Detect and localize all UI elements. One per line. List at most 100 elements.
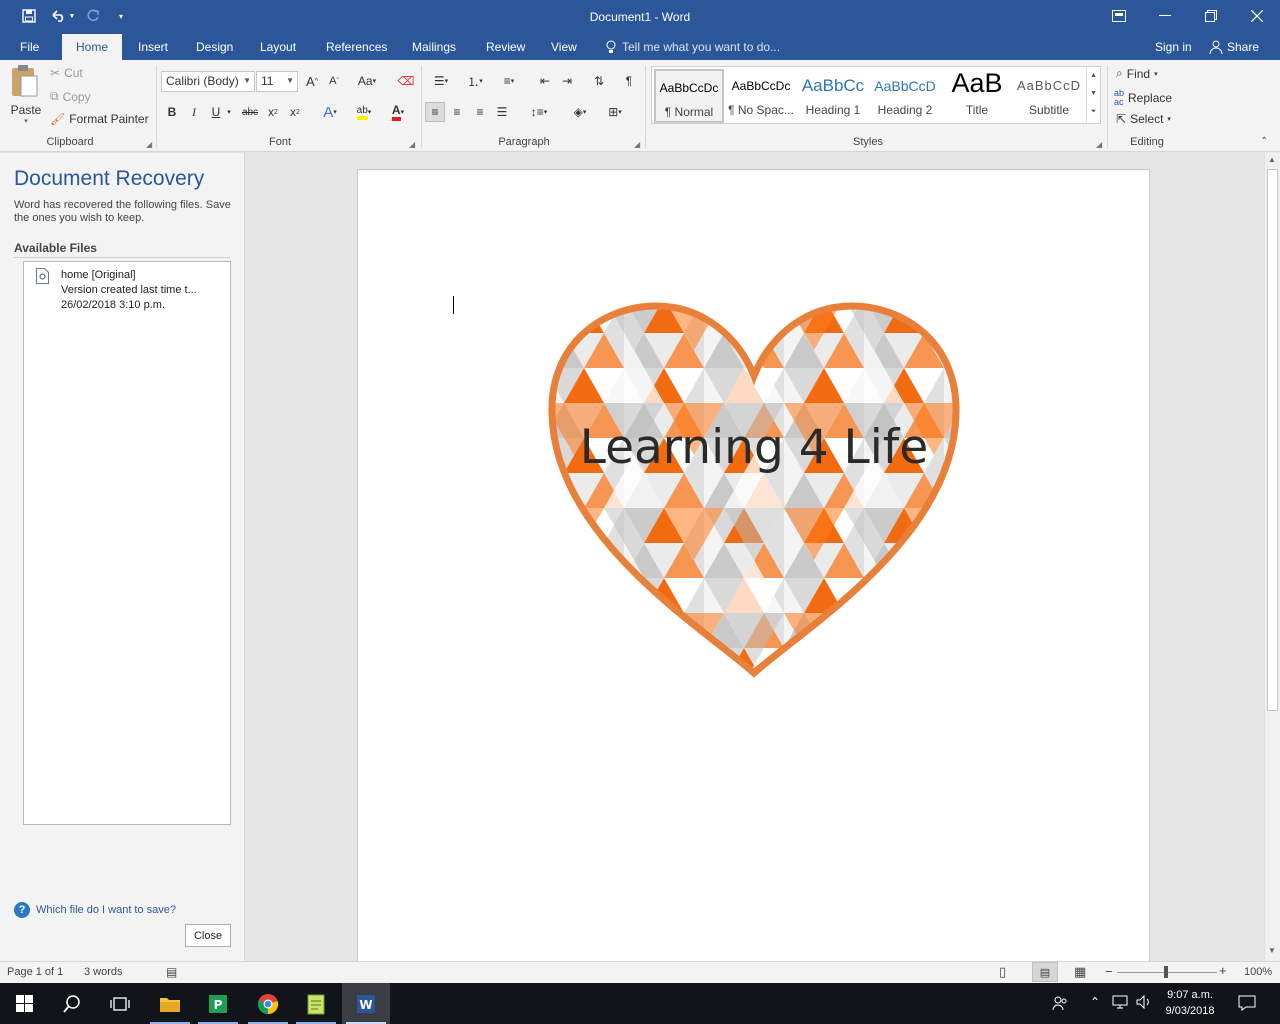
underline-dropdown-icon[interactable]: ▾ (224, 102, 234, 122)
network-icon[interactable] (1112, 994, 1130, 1013)
restore-icon[interactable] (1188, 0, 1234, 32)
strikethrough-icon[interactable]: abc (240, 102, 260, 122)
proofing-icon[interactable]: ▤ (166, 965, 177, 979)
word-app-icon[interactable]: W (342, 983, 390, 1024)
tab-layout[interactable]: Layout (258, 34, 298, 60)
page-count[interactable]: Page 1 of 1 (7, 966, 63, 978)
style-title[interactable]: AaB Title (942, 69, 1012, 123)
system-clock[interactable]: 9:07 a.m. 9/03/2018 (1158, 987, 1222, 1019)
print-layout-icon[interactable]: ▤ (1032, 962, 1058, 982)
clipboard-launcher-icon[interactable]: ◢ (146, 140, 152, 149)
cut-button[interactable]: ✂ Cut (50, 66, 83, 80)
underline-icon[interactable]: U (206, 102, 226, 122)
tell-me-box[interactable]: Tell me what you want to do... (604, 34, 782, 60)
style-heading-2[interactable]: AaBbCcD Heading 2 (870, 69, 940, 123)
font-color-icon[interactable]: A ▾ (383, 102, 413, 122)
vertical-scrollbar[interactable]: ▲ ▼ (1264, 153, 1280, 961)
scroll-thumb[interactable] (1267, 169, 1278, 711)
scroll-down-icon[interactable]: ▼ (1268, 946, 1276, 955)
close-recovery-button[interactable]: Close (185, 924, 231, 947)
zoom-level[interactable]: 100% (1244, 966, 1272, 978)
scroll-up-icon[interactable]: ▲ (1268, 155, 1276, 164)
style-normal[interactable]: AaBbCcDc ¶ Normal (654, 69, 724, 123)
show-formatting-icon[interactable]: ¶ (619, 71, 639, 91)
superscript-icon[interactable]: x2 (285, 102, 305, 122)
file-explorer-icon[interactable] (146, 983, 194, 1024)
style-heading-1[interactable]: AaBbCc Heading 1 (798, 69, 868, 123)
decrease-indent-icon[interactable]: ⇤ (535, 71, 555, 91)
minimize-icon[interactable] (1142, 0, 1188, 32)
highlight-color-icon[interactable]: ab ▾ (349, 102, 379, 122)
select-button[interactable]: ⇱ Select ▾ (1116, 112, 1171, 126)
recovered-file-item[interactable]: home [Original] Version created last tim… (61, 268, 256, 313)
bold-icon[interactable]: B (162, 102, 182, 122)
tab-file[interactable]: File (18, 34, 41, 60)
increase-indent-icon[interactable]: ⇥ (557, 71, 577, 91)
style-no-spacing[interactable]: AaBbCcDc ¶ No Spac... (726, 69, 796, 123)
font-name-combo[interactable]: Calibri (Body) ▼ (161, 71, 255, 92)
tab-review[interactable]: Review (484, 34, 527, 60)
numbering-icon[interactable]: ⒈ ▾ (460, 71, 490, 91)
tell-me-text: Tell me what you want to do... (622, 40, 781, 54)
collapse-ribbon-icon[interactable]: ⌃ (1260, 136, 1268, 147)
paste-button[interactable]: Paste ▾ (8, 64, 44, 126)
sign-in-link[interactable]: Sign in (1153, 34, 1194, 60)
tab-references[interactable]: References (324, 34, 389, 60)
subscript-icon[interactable]: x2 (263, 102, 283, 122)
paragraph-launcher-icon[interactable]: ◢ (634, 140, 640, 149)
close-window-icon[interactable] (1234, 0, 1280, 32)
copy-button[interactable]: ⧉ Copy (50, 89, 91, 104)
multilevel-list-icon[interactable]: ≡ ▾ (494, 71, 524, 91)
sort-icon[interactable]: ⇅ (589, 71, 609, 91)
style-subtitle[interactable]: AaBbCcD Subtitle (1014, 69, 1084, 123)
bullets-icon[interactable]: ☰ ▾ (426, 71, 456, 91)
document-page[interactable]: Learning 4 Life (357, 169, 1150, 979)
font-size-combo[interactable]: 11 ▼ (256, 71, 298, 92)
start-button[interactable] (0, 983, 48, 1024)
zoom-out-icon[interactable]: − (1105, 964, 1113, 979)
format-painter-button[interactable]: 🖌 Format Painter (50, 112, 149, 126)
line-spacing-icon[interactable]: ↕≡ ▾ (525, 102, 553, 122)
word-count[interactable]: 3 words (84, 966, 123, 978)
clock-date: 9/03/2018 (1165, 1005, 1215, 1017)
tab-mailings[interactable]: Mailings (410, 34, 458, 60)
volume-icon[interactable] (1136, 994, 1152, 1013)
zoom-in-icon[interactable]: + (1219, 963, 1227, 978)
styles-scroll[interactable]: ▲ ▼ ⏷ (1086, 67, 1100, 123)
zoom-slider-thumb[interactable] (1164, 966, 1168, 978)
show-hidden-icons-chevron-icon[interactable]: ⌃ (1090, 995, 1100, 1009)
notepad-app-icon[interactable] (292, 983, 340, 1024)
replace-button[interactable]: ab ac Replace (1114, 89, 1172, 107)
change-case-icon[interactable]: Aa ▾ (352, 71, 382, 91)
grow-font-icon[interactable]: A ^ (302, 71, 322, 91)
action-center-icon[interactable] (1238, 995, 1256, 1014)
heart-image[interactable]: Learning 4 Life (544, 298, 964, 678)
italic-icon[interactable]: I (184, 102, 204, 122)
tab-insert[interactable]: Insert (136, 34, 170, 60)
task-view-icon[interactable] (96, 983, 144, 1024)
align-right-icon[interactable]: ≡ (470, 102, 490, 122)
people-icon[interactable] (1052, 995, 1068, 1014)
align-center-icon[interactable]: ≡ (447, 102, 467, 122)
justify-icon[interactable]: ☰ (492, 102, 512, 122)
publisher-app-icon[interactable]: P (194, 983, 242, 1024)
tab-home[interactable]: Home (62, 34, 123, 60)
font-launcher-icon[interactable]: ◢ (409, 140, 415, 149)
shrink-font-icon[interactable]: Aˇ (324, 71, 344, 91)
find-button[interactable]: ⌕ Find ▾ (1116, 66, 1158, 81)
borders-icon[interactable]: ⊞ ▾ (600, 102, 630, 122)
tab-design[interactable]: Design (194, 34, 235, 60)
clear-formatting-icon[interactable]: ⌫ (396, 71, 416, 91)
chrome-icon[interactable] (244, 983, 292, 1024)
tab-view[interactable]: View (549, 34, 579, 60)
ribbon-display-options-icon[interactable] (1096, 0, 1142, 32)
read-mode-icon[interactable]: ▯ (999, 964, 1006, 980)
web-layout-icon[interactable]: ▦ (1074, 964, 1086, 980)
share-button[interactable]: Share (1207, 34, 1261, 60)
search-icon[interactable] (48, 983, 96, 1024)
which-file-help-link[interactable]: ? Which file do I want to save? (14, 902, 176, 918)
align-left-icon[interactable]: ≡ (425, 102, 445, 122)
text-effects-icon[interactable]: A ▾ (316, 102, 344, 122)
shading-icon[interactable]: ◈ ▾ (565, 102, 595, 122)
paintbrush-icon: 🖌 (50, 112, 66, 126)
